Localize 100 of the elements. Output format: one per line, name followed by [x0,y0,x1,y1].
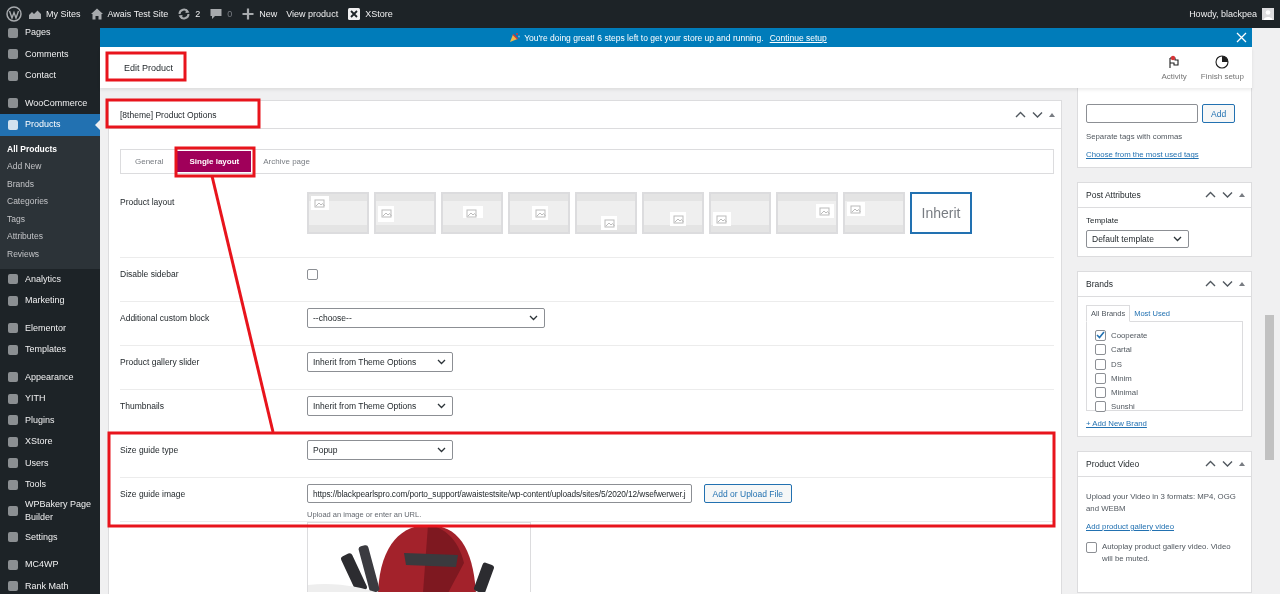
select-field[interactable]: Inherit from Theme Options [307,352,453,372]
chevron-up-icon[interactable] [1015,110,1026,119]
caret-icon [529,315,538,321]
sidebar-item[interactable]: Templates [0,339,100,361]
panel-title: Brands [1086,279,1113,290]
triangle-up-icon[interactable] [1049,112,1055,117]
select-field[interactable]: Inherit from Theme Options [307,396,453,416]
field-label: Product gallery slider [120,356,201,369]
toolbar-item[interactable]: My Sites [28,7,81,21]
continue-setup-link[interactable]: Continue setup [769,32,827,43]
submenu-item[interactable]: Categories [0,193,100,211]
submenu-item[interactable]: Tags [0,210,100,229]
menu-icon [7,69,19,82]
chevron-down-icon[interactable] [1222,191,1233,200]
sidebar-item[interactable]: Contact [0,65,100,87]
tab[interactable]: Single layout [177,151,252,172]
x-logo-icon [347,7,362,21]
sidebar-item[interactable]: WooCommerce [0,92,100,114]
logo-icon[interactable] [6,6,22,22]
menu-icon [7,392,19,405]
sidebar-item[interactable]: YITH [0,388,100,410]
scrollbar[interactable] [1265,315,1274,460]
select-field[interactable]: Popup [307,440,453,460]
sidebar-item[interactable]: Elementor [0,317,100,340]
account-menu[interactable]: Howdy, blackpea [1189,8,1274,20]
triangle-up-icon[interactable] [1239,462,1245,467]
checkbox[interactable] [1086,541,1097,553]
toolbar-item[interactable]: 0 [209,7,233,21]
checkbox[interactable] [307,269,318,280]
sidebar-item[interactable]: Products [0,114,100,136]
checkbox[interactable] [1095,387,1106,399]
tag-input[interactable] [1086,104,1198,123]
menu-icon [7,118,19,131]
sidebar-item[interactable]: Plugins [0,409,100,432]
triangle-up-icon[interactable] [1239,282,1245,287]
checkbox[interactable] [1095,329,1106,341]
select-field[interactable]: Default template [1086,230,1189,249]
select-field[interactable]: --choose-- [307,308,545,328]
upload-button[interactable]: Add or Upload File [703,484,792,503]
toolbar-item[interactable]: 2 [177,7,201,21]
caret-icon [437,447,446,453]
toolbar-item[interactable]: Awais Test Site [89,7,169,21]
submenu-item[interactable]: All Products [0,140,100,159]
layout-option[interactable]: Inherit [910,192,972,234]
add-button[interactable]: Add [1202,104,1236,123]
updates-icon [177,7,192,21]
toolbar-item[interactable]: New [241,7,278,21]
plus-icon [241,7,256,21]
pie-icon [1215,54,1230,69]
chevron-up-icon[interactable] [1205,191,1216,200]
submenu-item[interactable]: Attributes [0,228,100,247]
url-field[interactable]: https://blackpearlspro.com/porto_support/awaistestsite/wp-content/uploads/sites/5/2020/12/wsefwerwer.j [307,484,692,503]
menu-icon [7,505,19,518]
submenu-item[interactable]: Add New [0,158,100,176]
caret-icon [437,359,446,365]
sidebar-item[interactable]: Analytics [0,268,100,291]
sidebar-item[interactable]: Marketing [0,290,100,312]
sidebar-item[interactable]: Appearance [0,366,100,389]
tab[interactable]: Archive page [251,150,322,173]
submenu-item[interactable]: Brands [0,175,100,194]
field-label: Product layout [120,196,176,209]
checkbox[interactable] [1095,344,1106,356]
sidebar-item[interactable]: Settings [0,526,100,549]
menu-icon [7,343,19,356]
menu-icon [7,414,19,427]
field-label: Additional custom block [120,312,211,325]
sidebar-item[interactable]: MC4WP [0,554,100,576]
menu-icon [7,478,19,491]
chevron-down-icon[interactable] [1032,110,1043,119]
sidebar-item[interactable]: Users [0,452,100,475]
greeting-text: Howdy, blackpea [1189,9,1257,19]
menu-icon [7,26,19,39]
header-action[interactable]: Finish setup [1200,54,1244,81]
menu-icon [7,273,19,286]
header-action[interactable]: Activity [1161,54,1187,81]
avatar-icon [1262,8,1274,20]
sidebar-item[interactable]: Tools [0,474,100,496]
checkbox[interactable] [1095,401,1106,413]
chevron-down-icon[interactable] [1222,460,1233,469]
checkbox[interactable] [1095,358,1106,370]
field-label: Thumbnails [120,400,165,413]
sidebar-item[interactable]: Rank Math [0,575,100,594]
checkbox[interactable] [1095,372,1106,384]
triangle-up-icon[interactable] [1239,193,1245,198]
sidebar-item[interactable]: XStore [0,431,100,453]
menu-icon [7,457,19,470]
toolbar-item[interactable]: View product [286,9,339,19]
home-icon [89,7,104,21]
tab[interactable]: General [123,150,176,173]
submenu-item[interactable]: Reviews [0,246,100,264]
menu-icon [7,294,19,307]
sidebar-item[interactable]: WPBakery Page Builder [0,495,100,527]
chevron-up-icon[interactable] [1205,280,1216,289]
chevron-down-icon[interactable] [1222,280,1233,289]
close-icon[interactable] [1236,32,1247,43]
caret-icon [1173,236,1182,243]
toolbar-item[interactable]: XStore [347,7,393,21]
chevron-up-icon[interactable] [1205,460,1216,469]
sidebar-item[interactable]: Comments [0,43,100,65]
field-label: Size guide image [120,488,187,501]
